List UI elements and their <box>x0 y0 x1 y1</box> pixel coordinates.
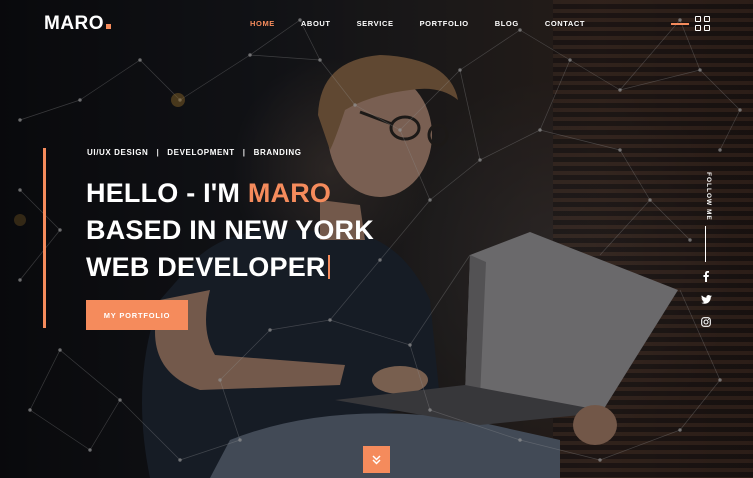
heading-line2: BASED IN NEW YORK <box>86 215 374 245</box>
nav-blog[interactable]: BLOG <box>495 19 519 28</box>
tag-separator: | <box>242 148 246 157</box>
nav-portfolio[interactable]: PORTFOLIO <box>420 19 469 28</box>
typing-cursor <box>327 255 330 279</box>
grid-menu-icon[interactable] <box>695 16 710 31</box>
nav-contact[interactable]: CONTACT <box>545 19 585 28</box>
tag-development: DEVELOPMENT <box>167 148 235 157</box>
tag-uiux: UI/UX DESIGN <box>87 148 149 157</box>
heading-line1-prefix: HELLO - I'M <box>86 178 248 208</box>
logo-text: MARO <box>44 13 105 34</box>
tag-separator: | <box>156 148 160 157</box>
tag-branding: BRANDING <box>253 148 302 157</box>
follow-divider <box>705 226 706 262</box>
heading-name: MARO <box>247 178 332 208</box>
nav-service[interactable]: SERVICE <box>357 19 394 28</box>
heading-line3: WEB DEVELOPER <box>86 252 326 282</box>
double-chevron-down-icon <box>372 454 381 465</box>
logo-dot <box>106 24 112 29</box>
nav-about[interactable]: ABOUT <box>301 19 331 28</box>
accent-vertical-bar <box>43 148 46 328</box>
facebook-icon[interactable] <box>699 269 713 283</box>
twitter-icon[interactable] <box>699 292 713 306</box>
my-portfolio-button[interactable]: MY PORTFOLIO <box>86 300 188 330</box>
scroll-down-button[interactable] <box>363 446 390 473</box>
hero-heading: HELLO - I'M MARO BASED IN NEW YORK WEB D… <box>86 175 374 286</box>
follow-me-label: FOLLOW ME <box>705 172 712 221</box>
menu-accent-line <box>671 23 689 25</box>
nav-home[interactable]: HOME <box>250 19 275 28</box>
skill-tags: UI/UX DESIGN | DEVELOPMENT | BRANDING <box>87 148 302 157</box>
instagram-icon[interactable] <box>699 315 713 329</box>
main-nav: HOME ABOUT SERVICE PORTFOLIO BLOG CONTAC… <box>250 19 611 28</box>
site-logo[interactable]: MARO <box>44 13 112 35</box>
